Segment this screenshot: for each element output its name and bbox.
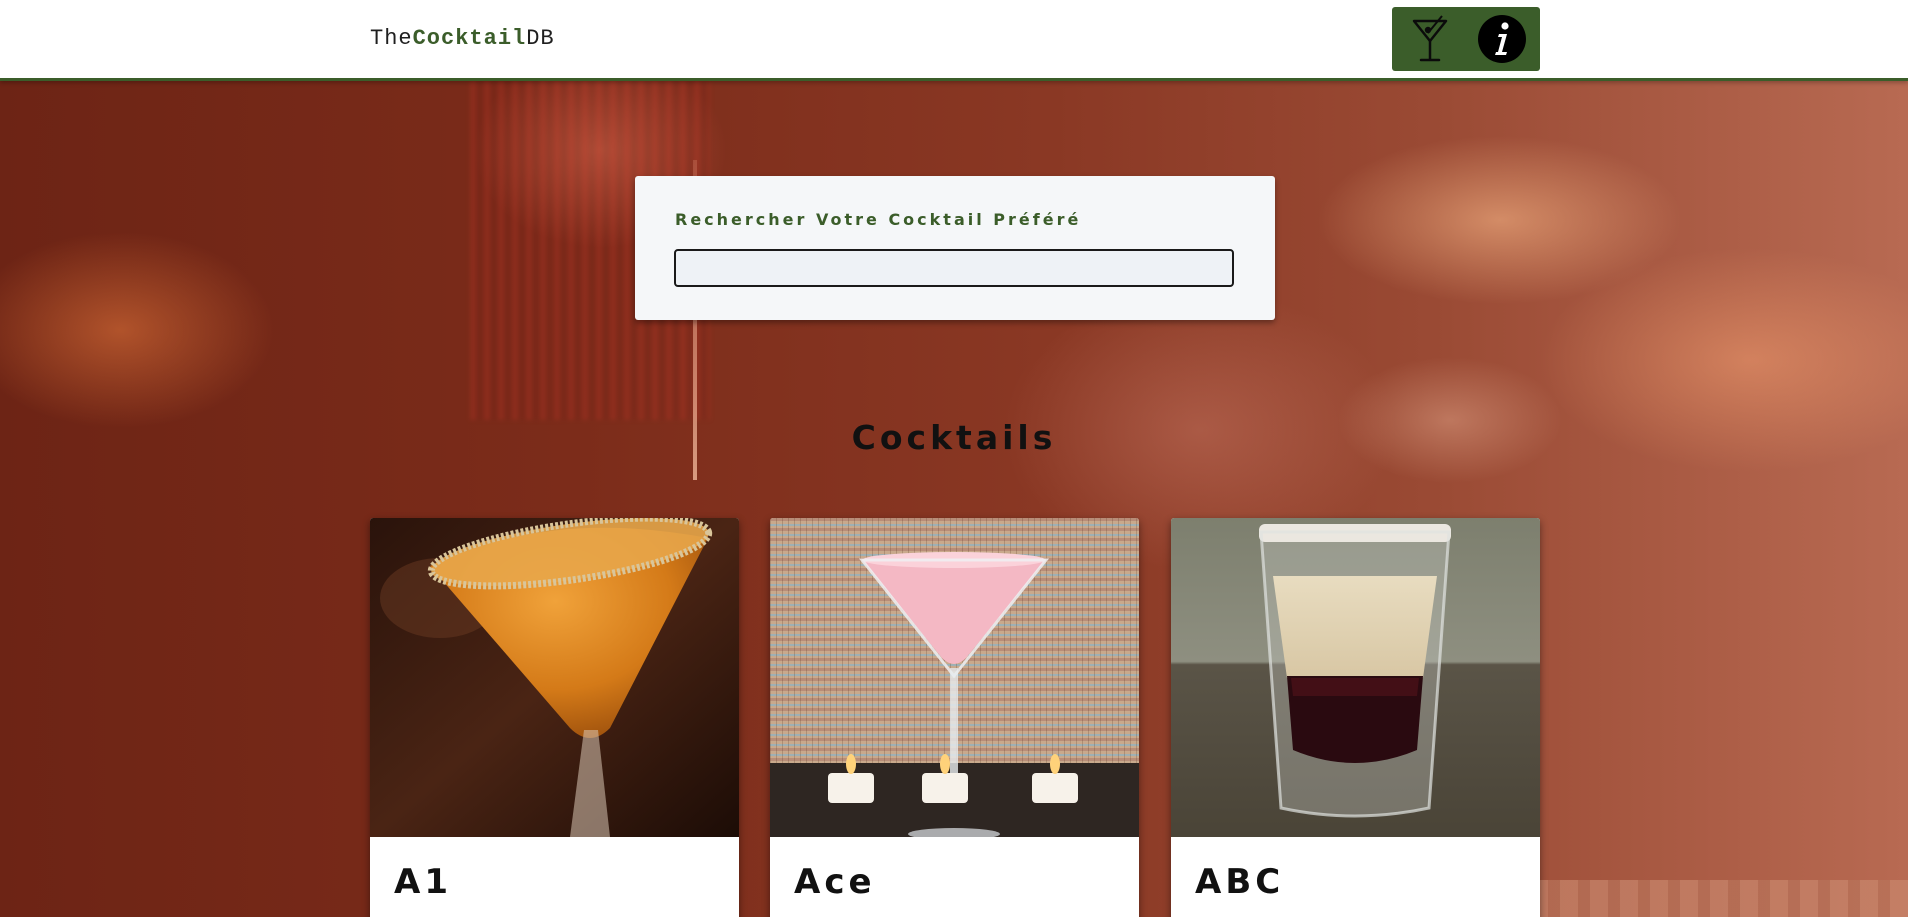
search-label: Rechercher Votre Cocktail Préféré	[675, 210, 1082, 229]
info-icon	[1478, 15, 1526, 63]
section-title: Cocktails	[851, 418, 1057, 457]
cocktail-name: ABC	[1195, 862, 1285, 902]
cocktail-card-a1[interactable]: A1	[370, 518, 739, 917]
info-nav-button[interactable]	[1472, 7, 1532, 71]
brand-prefix: The	[370, 26, 413, 51]
top-navbar: TheCocktailDB	[0, 0, 1908, 81]
nav-button-group	[1392, 7, 1540, 71]
brand-strong: Cocktail	[412, 26, 527, 51]
cocktail-card-abc[interactable]: ABC	[1171, 518, 1540, 917]
cocktail-glass-icon	[1412, 15, 1448, 62]
orange-martini-photo	[370, 518, 739, 837]
search-input[interactable]	[674, 249, 1234, 287]
pink-martini-photo	[770, 518, 1139, 837]
cocktail-name: Ace	[794, 862, 876, 902]
cocktail-card-ace[interactable]: Ace	[770, 518, 1139, 917]
brand-logo[interactable]: TheCocktailDB	[370, 26, 555, 51]
search-panel: Rechercher Votre Cocktail Préféré	[635, 176, 1275, 320]
cocktail-name: A1	[394, 862, 452, 902]
layered-shot-photo	[1171, 518, 1540, 837]
brand-suffix: DB	[526, 26, 555, 51]
cocktails-nav-button[interactable]	[1400, 7, 1460, 71]
